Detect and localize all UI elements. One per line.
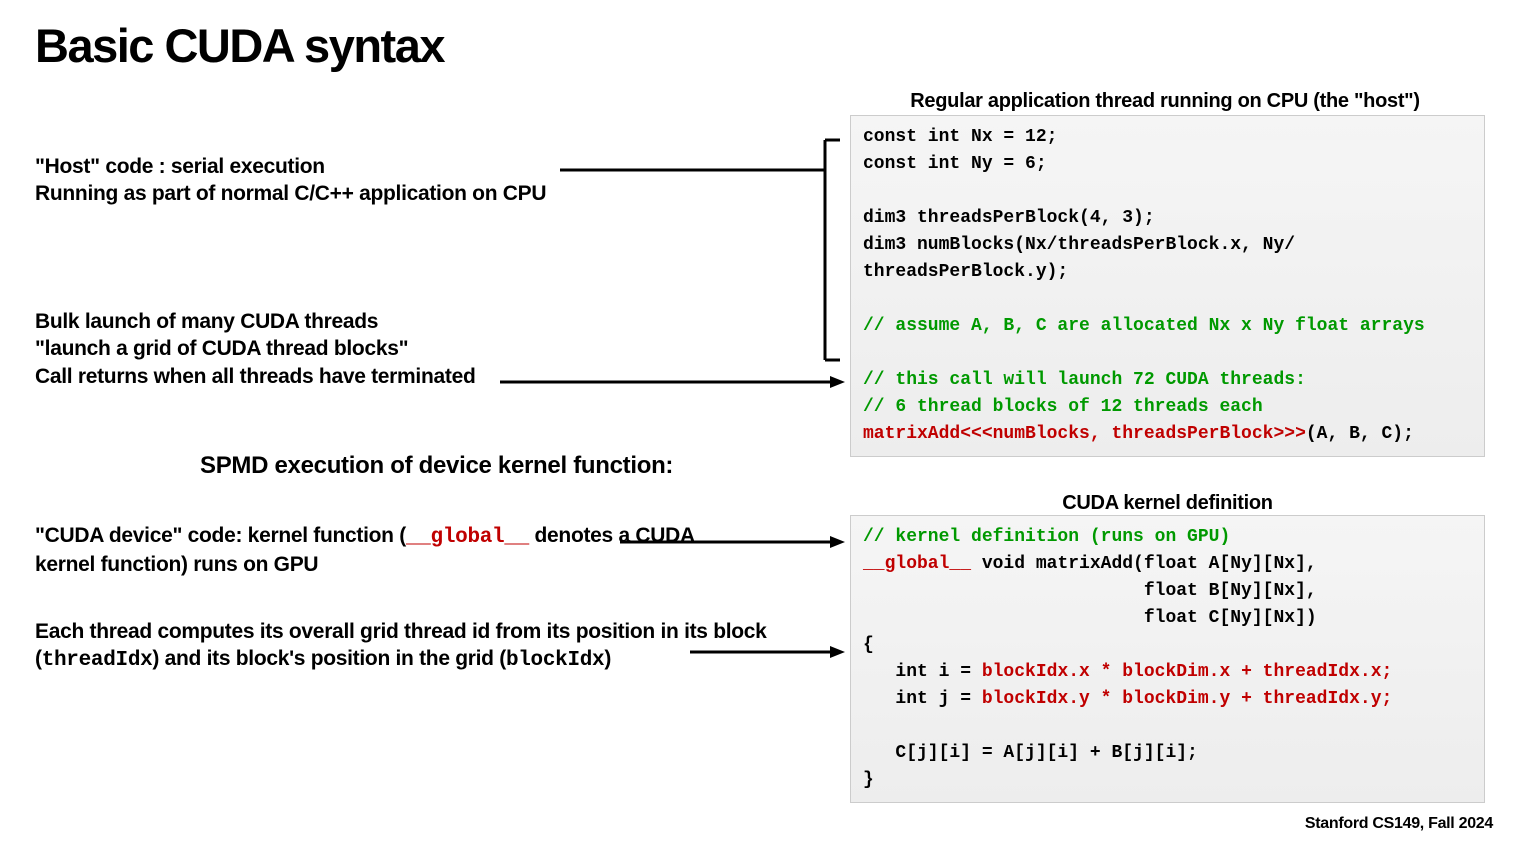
device-line2: kernel function) runs on GPU [35, 553, 318, 576]
thread-line2c: ) [604, 647, 611, 670]
thread-line1: Each thread computes its overall grid th… [35, 620, 767, 643]
bulk-launch-desc: Bulk launch of many CUDA threads "launch… [35, 308, 475, 390]
c1-l12a: matrixAdd<<<numBlocks, threadsPerBlock>>… [863, 424, 1306, 444]
slide-title: Basic CUDA syntax [35, 18, 444, 73]
c1-l12b: (A, B, C); [1306, 424, 1414, 444]
thread-line2b: ) and its block's position in the grid ( [152, 647, 506, 670]
c1-l10: // this call will launch 72 CUDA threads… [863, 370, 1306, 390]
bulk-line2: "launch a grid of CUDA thread blocks" [35, 337, 408, 360]
c1-l4: dim3 threadsPerBlock(4, 3); [863, 208, 1155, 228]
host-code-desc: "Host" code : serial execution Running a… [35, 153, 546, 208]
thread-arrow [690, 640, 850, 670]
global-keyword: __global__ [406, 526, 529, 549]
bulk-arrow [500, 370, 850, 400]
blockidx-keyword: blockIdx [506, 649, 604, 672]
device-arrow [620, 530, 850, 560]
c2-l7a: int j = [863, 689, 982, 709]
c2-l10: } [863, 770, 874, 790]
c2-l6a: int i = [863, 662, 982, 682]
bulk-line3: Call returns when all threads have termi… [35, 365, 475, 388]
bracket-arrow [500, 130, 850, 390]
thread-compute-desc: Each thread computes its overall grid th… [35, 618, 767, 675]
c2-l2a: __global__ [863, 554, 971, 574]
c2-l9: C[j][i] = A[j][i] + B[j][i]; [863, 743, 1198, 763]
c1-l5: dim3 numBlocks(Nx/threadsPerBlock.x, Ny/ [863, 235, 1295, 255]
c2-l5: { [863, 635, 874, 655]
spmd-heading: SPMD execution of device kernel function… [200, 450, 673, 481]
footer: Stanford CS149, Fall 2024 [1305, 815, 1493, 833]
host-code-box: const int Nx = 12; const int Ny = 6; dim… [850, 115, 1485, 457]
cpu-thread-heading: Regular application thread running on CP… [850, 90, 1480, 113]
c2-l7b: blockIdx.y * blockDim.y + threadIdx.y; [982, 689, 1392, 709]
c1-l1: const int Nx = 12; [863, 127, 1057, 147]
kernel-code-box: // kernel definition (runs on GPU) __glo… [850, 515, 1485, 803]
c2-l3: float B[Ny][Nx], [863, 581, 1317, 601]
thread-line2a: ( [35, 647, 42, 670]
kernel-def-heading: CUDA kernel definition [850, 492, 1485, 515]
c2-l6b: blockIdx.x * blockDim.x + threadIdx.x; [982, 662, 1392, 682]
bulk-line1: Bulk launch of many CUDA threads [35, 310, 378, 333]
c1-l2: const int Ny = 6; [863, 154, 1047, 174]
host-line1: "Host" code : serial execution [35, 155, 325, 178]
device-code-desc: "CUDA device" code: kernel function (__g… [35, 522, 695, 579]
device-line1a: "CUDA device" code: kernel function ( [35, 524, 406, 547]
c1-l8: // assume A, B, C are allocated Nx x Ny … [863, 316, 1425, 336]
host-line2: Running as part of normal C/C++ applicat… [35, 182, 546, 205]
threadidx-keyword: threadIdx [42, 649, 153, 672]
c2-l4: float C[Ny][Nx]) [863, 608, 1317, 628]
c2-l2b: void matrixAdd(float A[Ny][Nx], [971, 554, 1317, 574]
c1-l6: threadsPerBlock.y); [863, 262, 1068, 282]
c2-l1: // kernel definition (runs on GPU) [863, 527, 1230, 547]
c1-l11: // 6 thread blocks of 12 threads each [863, 397, 1263, 417]
